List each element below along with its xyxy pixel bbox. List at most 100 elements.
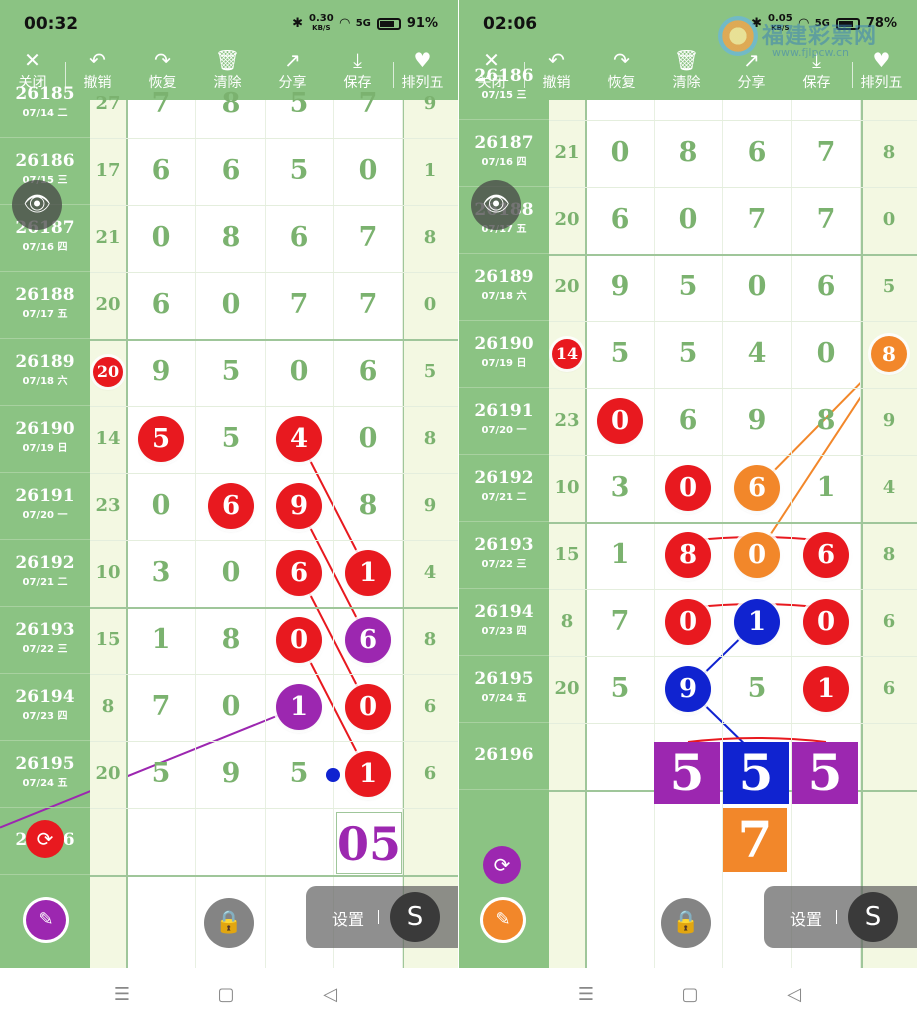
sum-value: 20 bbox=[95, 763, 121, 784]
marked-digit[interactable]: 0 bbox=[597, 398, 643, 444]
prediction-digit[interactable]: 5 bbox=[723, 742, 789, 804]
settings-panel[interactable]: 设置 S bbox=[306, 886, 458, 948]
menu-icon[interactable]: ☰ bbox=[110, 984, 134, 1008]
back-icon[interactable]: ◁ bbox=[782, 984, 806, 1008]
home-icon[interactable]: ▢ bbox=[678, 984, 702, 1008]
settings-divider bbox=[836, 910, 837, 924]
digit-cell: 7 bbox=[610, 606, 630, 637]
s-icon[interactable]: S bbox=[390, 892, 440, 942]
wifi-icon: ◠ bbox=[339, 16, 350, 31]
marked-digit[interactable]: 0 bbox=[803, 599, 849, 645]
marked-digit[interactable]: 9 bbox=[276, 483, 322, 529]
marked-digit[interactable]: 0 bbox=[665, 599, 711, 645]
sync-button[interactable]: ⟳ bbox=[483, 846, 521, 884]
issue-date: 07/15 三 bbox=[481, 90, 527, 101]
row-divider bbox=[549, 521, 917, 524]
digit-cell: 5 bbox=[289, 758, 309, 789]
digit-cell: 9 bbox=[610, 271, 630, 302]
prediction-box[interactable]: 05 bbox=[336, 812, 402, 874]
draw-grid[interactable]: 2618507/14 二27785792618607/15 三176650126… bbox=[0, 84, 458, 968]
site-watermark: 福建彩票网 www.fjlpcw.cn bbox=[716, 14, 916, 64]
eye-toggle-button[interactable]: 👁 bbox=[471, 180, 521, 230]
digit-cell: 0 bbox=[289, 356, 309, 387]
marked-sum[interactable]: 20 bbox=[93, 357, 123, 387]
issue-cell: 26194 07/23 四 bbox=[459, 589, 549, 656]
row-divider bbox=[549, 454, 917, 456]
digit-cell: 7 bbox=[358, 222, 378, 253]
sum-value: 14 bbox=[95, 428, 121, 449]
marked-digit[interactable]: 8 bbox=[665, 532, 711, 578]
marked-digit[interactable]: 6 bbox=[803, 532, 849, 578]
digit-cell: 7 bbox=[289, 289, 309, 320]
issue-cell: 26192 07/21 二 bbox=[459, 455, 549, 522]
signal-label: 5G bbox=[355, 18, 371, 29]
digit-cell: 5 bbox=[747, 673, 767, 704]
sync-button[interactable]: ⟳ bbox=[26, 820, 64, 858]
marked-tail[interactable]: 8 bbox=[871, 336, 907, 372]
sum-value: 8 bbox=[101, 696, 115, 717]
s-icon[interactable]: S bbox=[848, 892, 898, 942]
draw-grid[interactable]: 2618607/15 三2618707/16 四21086782618807/1… bbox=[459, 66, 917, 968]
digit-cell: 5 bbox=[289, 88, 309, 119]
issue-date: 07/19 日 bbox=[481, 358, 527, 369]
marked-digit[interactable]: 1 bbox=[345, 751, 391, 797]
marked-digit[interactable]: 4 bbox=[276, 416, 322, 462]
marked-digit[interactable]: 1 bbox=[734, 599, 780, 645]
battery-level: 91% bbox=[406, 16, 438, 31]
row-divider bbox=[90, 271, 458, 273]
digit-cell: 5 bbox=[610, 673, 630, 704]
issue-number: 26188 bbox=[15, 285, 75, 305]
sum-value: 20 bbox=[554, 276, 580, 297]
marked-digit[interactable]: 9 bbox=[665, 666, 711, 712]
marked-digit[interactable]: 1 bbox=[803, 666, 849, 712]
marked-sum[interactable]: 14 bbox=[552, 339, 582, 369]
grid-line bbox=[333, 100, 334, 968]
back-icon[interactable]: ◁ bbox=[318, 984, 342, 1008]
prediction-digit[interactable]: 5 bbox=[792, 742, 858, 804]
bluetooth-icon: ✱ bbox=[292, 16, 304, 31]
marked-digit[interactable]: 6 bbox=[345, 617, 391, 663]
marked-digit[interactable]: 6 bbox=[276, 550, 322, 596]
issue-cell: 26189 07/18 六 bbox=[0, 339, 90, 406]
sum-value: 20 bbox=[554, 678, 580, 699]
redo-button[interactable]: ↷ 恢复 bbox=[589, 48, 654, 100]
tail-value: 9 bbox=[882, 410, 896, 431]
cursor-marker bbox=[326, 768, 340, 782]
prediction-digit[interactable]: 5 bbox=[654, 742, 720, 804]
digit-cell: 1 bbox=[816, 472, 836, 503]
marked-digit[interactable]: 6 bbox=[734, 465, 780, 511]
pen-color-button[interactable]: ✎ bbox=[483, 900, 523, 940]
pen-color-button[interactable]: ✎ bbox=[26, 900, 66, 940]
watermark-url: www.fjlpcw.cn bbox=[772, 46, 849, 59]
sum-value: 27 bbox=[95, 93, 121, 114]
digit-cell: 5 bbox=[221, 356, 241, 387]
digit-cell: 6 bbox=[151, 155, 171, 186]
issue-number: 26189 bbox=[474, 267, 534, 287]
issue-date: 07/14 二 bbox=[22, 108, 68, 119]
marked-digit[interactable]: 1 bbox=[276, 684, 322, 730]
eye-toggle-button[interactable]: 👁 bbox=[12, 180, 62, 230]
marked-digit[interactable]: 1 bbox=[345, 550, 391, 596]
lock-button[interactable]: 🔒 bbox=[204, 898, 254, 948]
clear-button[interactable]: 🗑 清除 bbox=[654, 48, 719, 100]
settings-panel[interactable]: 设置 S bbox=[764, 886, 917, 948]
marked-digit[interactable]: 0 bbox=[665, 465, 711, 511]
digit-cell: 1 bbox=[610, 539, 630, 570]
net-speed: 0.30 KB/S bbox=[309, 13, 334, 33]
digit-cell: 8 bbox=[816, 405, 836, 436]
marked-digit[interactable]: 0 bbox=[345, 684, 391, 730]
marked-digit[interactable]: 6 bbox=[208, 483, 254, 529]
marked-digit[interactable]: 0 bbox=[276, 617, 322, 663]
sum-value: 23 bbox=[95, 495, 121, 516]
lock-button[interactable]: 🔒 bbox=[661, 898, 711, 948]
issue-date: 07/21 二 bbox=[481, 492, 527, 503]
battery-icon bbox=[376, 17, 401, 30]
prediction-digit[interactable]: 7 bbox=[723, 808, 787, 872]
digit-cell: 5 bbox=[678, 271, 698, 302]
home-icon[interactable]: ▢ bbox=[214, 984, 238, 1008]
digit-cell: 0 bbox=[151, 490, 171, 521]
issue-number: 26191 bbox=[474, 401, 534, 421]
menu-icon[interactable]: ☰ bbox=[574, 984, 598, 1008]
marked-digit[interactable]: 5 bbox=[138, 416, 184, 462]
marked-digit[interactable]: 0 bbox=[734, 532, 780, 578]
